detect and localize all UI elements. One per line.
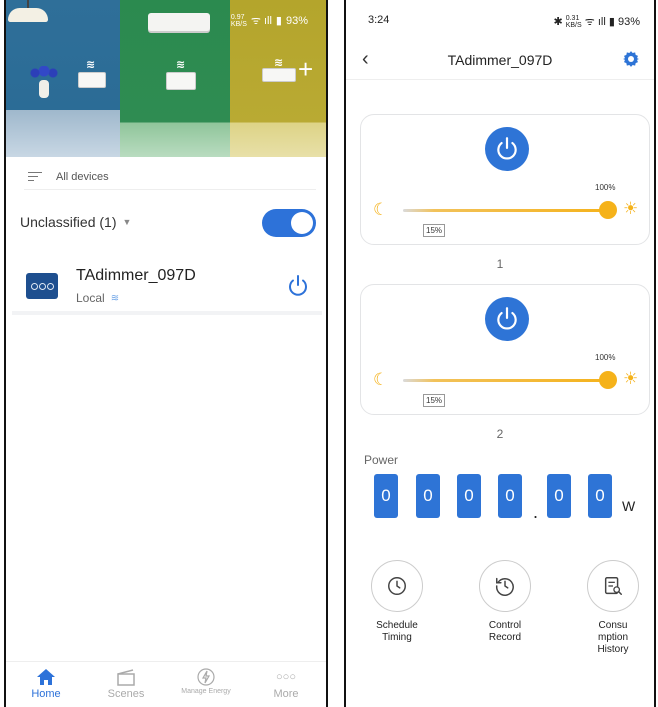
toggle-knob [291,212,313,234]
moon-icon: ☾ [373,200,389,219]
status-bar: 3:24 ✱ 0.31 KB/S ᯤ ıll ▮ 93% [346,0,654,40]
clock-time: 3:24 [368,14,390,26]
brightness-value: 100% [595,353,616,362]
power-strip-icon [262,68,296,82]
brightness-slider-thumb[interactable] [599,371,617,389]
min-brightness-box[interactable]: 15% [423,394,446,407]
brightness-slider-track[interactable] [403,379,613,382]
device-row[interactable]: TAdimmer_097D Local ≋ [12,255,322,315]
more-dots-icon: ○○○ [276,671,296,683]
group-toggle[interactable] [262,209,316,237]
signal-icon: ᯤ ıll [250,15,272,27]
signal-icon: ᯤ ıll [584,16,606,28]
power-icon [497,307,517,330]
all-devices-label: All devices [56,170,109,183]
channel-label-1: 1 [496,257,504,271]
gear-icon[interactable] [622,50,640,68]
bluetooth-icon: ✱ [553,16,563,28]
dimmer-channel-card-2: 100% ☾ ☀ 15% [360,284,650,415]
air-conditioner-icon [148,13,210,31]
schedule-timing-button[interactable]: Schedule Timing [362,560,432,644]
dimmer-device-icon [26,273,58,299]
control-record-button[interactable]: Control Record [470,560,540,644]
tab-more[interactable]: ○○○ More [246,662,326,707]
network-speed: 0.97 KB/S [230,13,247,28]
battery-level: 93% [617,16,640,28]
add-device-icon[interactable]: + [298,56,313,82]
tab-manage-energy[interactable]: Manage Energy [166,662,246,707]
power-digit: 0 [457,474,481,518]
wifi-icon: ≋ [274,57,284,69]
channel-1-power-button[interactable] [485,127,529,171]
device-connection: Local ≋ [76,291,120,305]
home-screen: ≋ ≋ ≋ + 0.97 KB/S ᯤ ıll ▮ 93% All device… [4,0,328,707]
battery-icon: ▮ [608,16,615,28]
brightness-slider-thumb[interactable] [599,201,617,219]
function-label: Control Record [488,620,522,643]
power-digit: 0 [416,474,440,518]
sun-icon: ☀ [623,199,639,218]
device-name: TAdimmer_097D [76,267,196,284]
power-digit: 0 [547,474,571,518]
clock-icon [388,577,406,595]
wifi-icon: ≋ [110,292,120,304]
report-icon [604,577,622,595]
battery-level: 93% [285,14,308,27]
battery-icon: ▮ [275,15,282,27]
switch-icon [166,72,196,90]
lamp-icon [8,0,48,22]
dimmer-channel-card-1: 100% ☾ ☀ 15% [360,114,650,245]
status-bar: 0.97 KB/S ᯤ ıll ▮ 93% [231,13,308,28]
power-icon[interactable] [286,274,310,298]
power-digit: 0 [498,474,522,518]
power-unit: W [622,498,636,514]
function-label: Consu mption History [597,620,629,655]
power-label: Power [364,453,399,467]
history-icon [496,577,514,596]
consumption-history-button[interactable]: Consu mption History [578,560,648,656]
tab-scenes[interactable]: Scenes [86,662,166,707]
filter-icon [28,171,42,182]
clapperboard-icon [116,666,136,688]
nav-header: ‹ TAdimmer_097D [346,40,654,80]
moon-icon: ☾ [373,370,389,389]
home-icon [36,666,56,688]
group-selector[interactable]: Unclassified (1) ▼ [20,214,131,230]
device-detail-screen: 3:24 ✱ 0.31 KB/S ᯤ ıll ▮ 93% ‹ TAdimmer_… [344,0,656,707]
wifi-icon: ≋ [176,59,186,71]
page-title: TAdimmer_097D [447,52,553,68]
function-label: Schedule Timing [376,620,418,643]
bottom-tab-bar: Home Scenes Manage Energy ○○○ More [6,661,326,707]
wifi-icon: ≋ [86,59,96,71]
group-label: Unclassified (1) [20,214,117,230]
brightness-value: 100% [595,183,616,192]
power-digit: 0 [588,474,612,518]
energy-icon [196,666,216,688]
flower-vase-icon [30,66,58,100]
channel-label-2: 2 [496,427,504,441]
decimal-point: . [533,502,539,522]
channel-2-power-button[interactable] [485,297,529,341]
tab-home[interactable]: Home [6,662,86,707]
caret-down-icon: ▼ [122,217,132,227]
all-devices-filter[interactable]: All devices [24,164,316,190]
brightness-slider-track[interactable] [403,209,613,212]
network-speed: 0.31 KB/S [565,15,582,30]
sun-icon: ☀ [623,369,639,388]
min-brightness-box[interactable]: 15% [423,224,446,237]
power-digit: 0 [374,474,398,518]
power-icon [497,137,517,160]
outlet-icon [78,72,106,88]
